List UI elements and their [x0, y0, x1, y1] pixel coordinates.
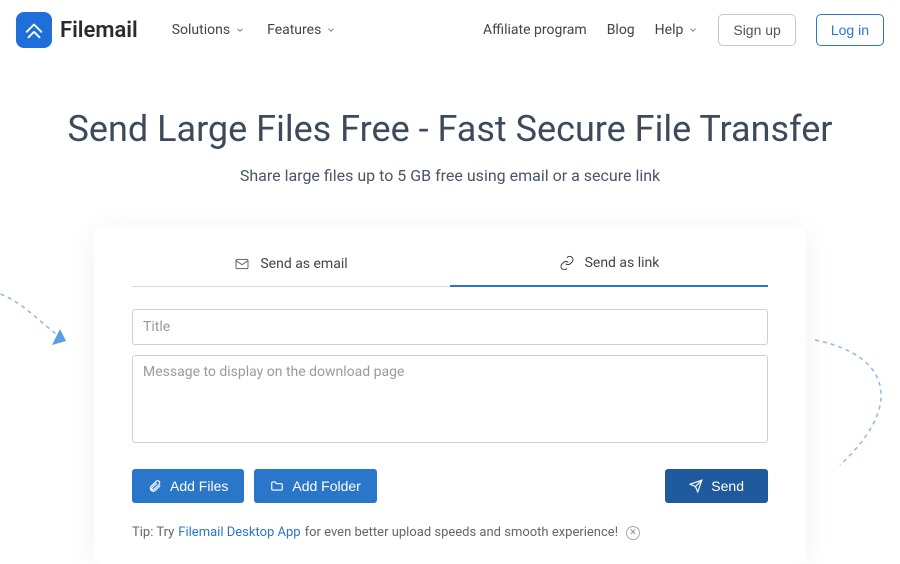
- send-button[interactable]: Send: [665, 469, 768, 503]
- header: Filemail Solutions Features Affiliate pr…: [0, 0, 900, 60]
- nav-help[interactable]: Help: [655, 22, 699, 38]
- paperclip-icon: [148, 479, 162, 493]
- nav-blog[interactable]: Blog: [607, 22, 635, 38]
- login-button[interactable]: Log in: [816, 14, 884, 46]
- logo[interactable]: Filemail: [16, 12, 138, 48]
- button-label: Send: [711, 478, 744, 494]
- decorative-arrow-right-icon: [810, 335, 900, 475]
- tip-prefix: Tip: Try: [132, 525, 174, 540]
- send-icon: [689, 479, 703, 493]
- nav-features[interactable]: Features: [267, 22, 336, 38]
- tabs: Send as email Send as link: [132, 255, 768, 287]
- button-label: Add Files: [170, 478, 228, 494]
- brand-name: Filemail: [60, 18, 138, 43]
- nav-label: Help: [655, 22, 684, 38]
- actions-row: Add Files Add Folder Send: [132, 469, 768, 503]
- nav-solutions[interactable]: Solutions: [172, 22, 245, 38]
- tip-row: Tip: Try Filemail Desktop App for even b…: [132, 525, 768, 540]
- nav-affiliate[interactable]: Affiliate program: [483, 22, 587, 38]
- nav-right: Affiliate program Blog Help Sign up Log …: [483, 14, 884, 46]
- close-tip-icon[interactable]: ✕: [626, 526, 640, 540]
- envelope-icon: [234, 256, 250, 272]
- chevron-down-icon: [326, 25, 336, 35]
- title-input[interactable]: [132, 309, 768, 345]
- nav-label: Blog: [607, 22, 635, 38]
- nav-label: Solutions: [172, 22, 230, 38]
- chevron-down-icon: [688, 25, 698, 35]
- logo-icon: [16, 12, 52, 48]
- nav-label: Features: [267, 22, 321, 38]
- form: [132, 309, 768, 447]
- nav-left: Solutions Features: [172, 22, 337, 38]
- tab-label: Send as email: [260, 256, 347, 272]
- page-subtitle: Share large files up to 5 GB free using …: [0, 166, 900, 185]
- chevron-down-icon: [235, 25, 245, 35]
- signup-button[interactable]: Sign up: [718, 14, 795, 46]
- link-icon: [559, 255, 575, 271]
- add-folder-button[interactable]: Add Folder: [254, 469, 376, 503]
- button-label: Add Folder: [292, 478, 360, 494]
- decorative-arrow-left-icon: [0, 285, 80, 365]
- hero: Send Large Files Free - Fast Secure File…: [0, 108, 900, 185]
- tip-suffix: for even better upload speeds and smooth…: [305, 525, 618, 540]
- tab-send-email[interactable]: Send as email: [132, 255, 450, 287]
- add-files-button[interactable]: Add Files: [132, 469, 244, 503]
- tab-send-link[interactable]: Send as link: [450, 255, 768, 287]
- nav-label: Affiliate program: [483, 22, 587, 38]
- tab-label: Send as link: [585, 255, 660, 271]
- upload-card: Send as email Send as link Add Files Add…: [94, 225, 806, 564]
- folder-icon: [270, 479, 284, 493]
- tip-link[interactable]: Filemail Desktop App: [178, 525, 300, 540]
- message-textarea[interactable]: [132, 355, 768, 443]
- page-title: Send Large Files Free - Fast Secure File…: [0, 108, 900, 150]
